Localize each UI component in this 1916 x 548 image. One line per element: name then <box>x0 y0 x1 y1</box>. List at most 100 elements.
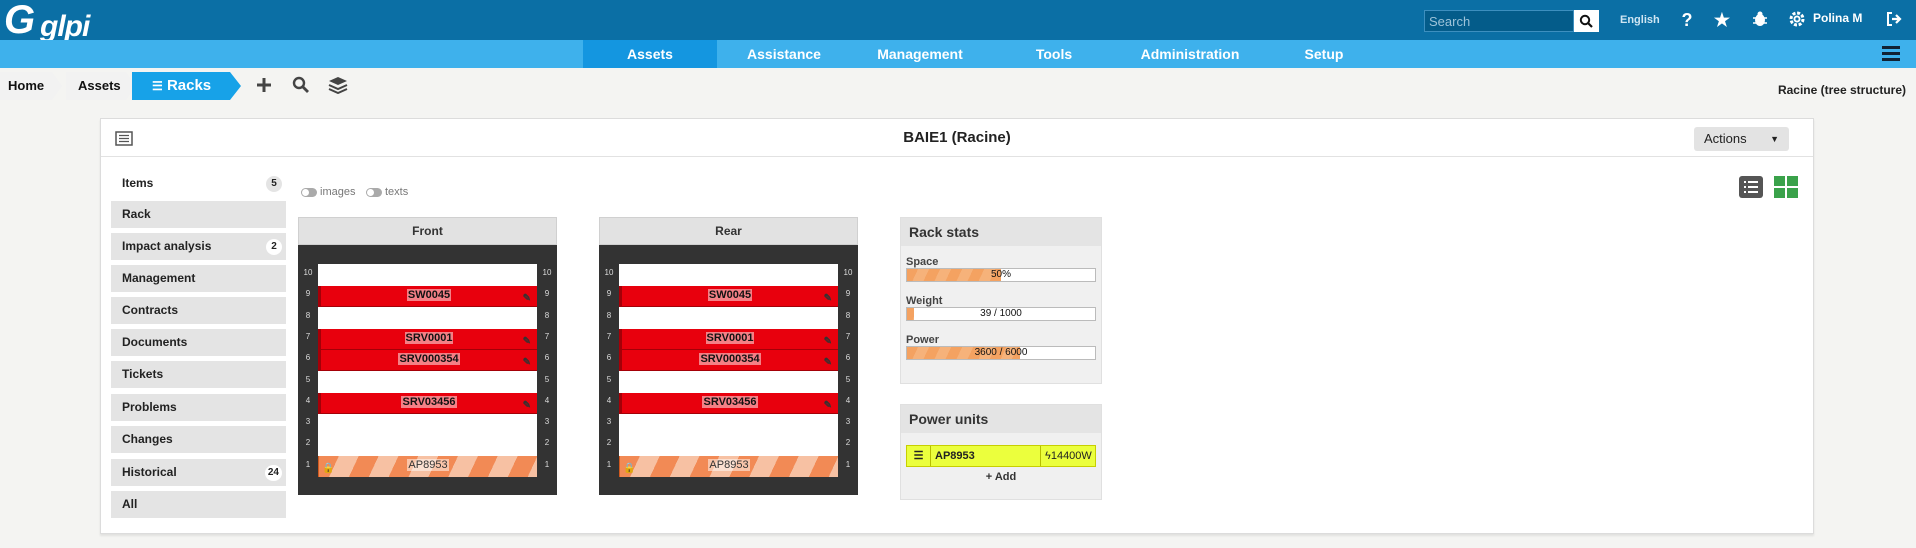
rack-unit-number: 8 <box>305 310 311 320</box>
edit-icon[interactable]: ✎ <box>824 289 832 308</box>
edit-icon[interactable]: ✎ <box>523 332 531 351</box>
rack-item-label: SRV03456 <box>401 395 457 408</box>
lock-icon: 🔒 <box>623 462 636 474</box>
rack-item-label: SW0045 <box>707 289 753 302</box>
rack-unit-number: 10 <box>604 268 614 277</box>
rack-item[interactable]: SRV0001 ✎ <box>318 328 537 351</box>
rack-pdu-item[interactable]: 🔒 AP8953 <box>318 455 537 477</box>
power-unit-power: ϟ14400W <box>1045 450 1092 462</box>
rack-stats-title: Rack stats <box>901 218 1101 246</box>
rack-unit-number: 7 <box>305 331 311 341</box>
rack-stats-panel: Rack stats Space 50% Weight 39 / 1000 Po… <box>900 217 1102 384</box>
power-unit-name[interactable]: AP8953 <box>931 446 1041 466</box>
rack-unit-number: 5 <box>544 374 550 384</box>
rack-item[interactable]: SRV000354 ✎ <box>318 350 537 372</box>
breadcrumb-racks[interactable]: ☰ Racks <box>132 72 230 100</box>
menu-management[interactable]: Management <box>851 40 989 68</box>
rack-unit-number: 3 <box>305 417 311 427</box>
rack-unit-number: 9 <box>845 289 851 299</box>
rack-item-label: SRV0001 <box>404 331 454 344</box>
rack-front-body: 10 10 9 9 8 8 7 7 6 6 5 5 4 4 3 3 2 2 1 1 SW0045 ✎ SRV0001 ✎ SRV… <box>298 245 557 495</box>
tab-changes[interactable]: Changes <box>111 426 286 453</box>
drag-handle-icon[interactable]: ☰ <box>907 446 931 466</box>
space-progress: 50% <box>906 268 1096 282</box>
logout-icon[interactable] <box>1883 10 1905 32</box>
tab-items[interactable]: Items 5 <box>111 170 286 197</box>
lock-icon: 🔒 <box>322 462 335 474</box>
power-unit-row[interactable]: ☰ AP8953 ϟ14400W <box>906 445 1096 467</box>
rack-unit-number: 7 <box>606 331 612 341</box>
star-icon[interactable]: ★ <box>1711 10 1733 32</box>
bug-icon[interactable] <box>1749 10 1771 32</box>
rack-pdu-item[interactable]: 🔒 AP8953 <box>619 455 838 477</box>
edit-icon[interactable]: ✎ <box>523 289 531 308</box>
tab-historical[interactable]: Historical 24 <box>111 459 286 486</box>
tab-contracts[interactable]: Contracts <box>111 297 286 324</box>
rack-unit-number: 1 <box>606 459 612 469</box>
weight-progress: 39 / 1000 <box>906 307 1096 321</box>
rack-unit-number: 4 <box>606 395 612 405</box>
rack-item-label: SRV000354 <box>398 353 460 366</box>
rack-unit-number: 6 <box>606 353 612 363</box>
help-icon[interactable]: ? <box>1676 10 1698 32</box>
rack-unit-number: 3 <box>606 417 612 427</box>
rack-item[interactable]: SW0045 ✎ <box>318 286 537 308</box>
rack-unit-number: 9 <box>305 289 311 299</box>
hamburger-menu-icon[interactable] <box>1882 46 1900 62</box>
language-selector[interactable]: English <box>1620 14 1660 26</box>
menu-assistance[interactable]: Assistance <box>717 40 851 68</box>
rack-unit-number: 2 <box>606 438 612 448</box>
edit-icon[interactable]: ✎ <box>523 396 531 415</box>
rack-unit-number: 10 <box>542 268 552 277</box>
layers-icon[interactable] <box>328 76 348 97</box>
rack-unit-number: 7 <box>544 331 550 341</box>
menu-administration[interactable]: Administration <box>1119 40 1261 68</box>
tab-impact-analysis[interactable]: Impact analysis 2 <box>111 233 286 260</box>
breadcrumb-assets[interactable]: Assets <box>66 72 126 100</box>
menu-tools[interactable]: Tools <box>989 40 1119 68</box>
rack-unit-number: 4 <box>305 395 311 405</box>
tab-tickets[interactable]: Tickets <box>111 361 286 388</box>
rack-item-label: SRV000354 <box>699 353 761 366</box>
tab-documents[interactable]: Documents <box>111 329 286 356</box>
tab-rack[interactable]: Rack <box>111 201 286 228</box>
menu-assets[interactable]: Assets <box>583 40 717 68</box>
rack-item[interactable]: SRV03456 ✎ <box>619 392 838 415</box>
actions-button[interactable]: Actions ▼ <box>1694 127 1789 151</box>
rack-item[interactable]: SRV0001 ✎ <box>619 328 838 351</box>
rack-item[interactable]: SRV03456 ✎ <box>318 392 537 415</box>
tab-problems[interactable]: Problems <box>111 394 286 421</box>
list-mode-icon[interactable] <box>1739 176 1763 201</box>
add-icon[interactable] <box>255 76 273 97</box>
rack-unit-number: 6 <box>544 353 550 363</box>
search-list-icon[interactable] <box>292 76 310 97</box>
edit-icon[interactable]: ✎ <box>824 353 832 372</box>
rack-item-label: SRV0001 <box>705 331 755 344</box>
images-toggle[interactable]: images <box>301 186 355 198</box>
gear-icon[interactable] <box>1786 10 1808 32</box>
rack-unit-number: 1 <box>305 459 311 469</box>
grid-mode-icon[interactable] <box>1774 176 1798 201</box>
entity-selector[interactable]: Racine (tree structure) <box>1778 83 1906 97</box>
search-input[interactable]: Search <box>1424 10 1574 32</box>
user-name[interactable]: Polina M <box>1813 11 1862 25</box>
edit-icon[interactable]: ✎ <box>824 332 832 351</box>
texts-toggle[interactable]: texts <box>366 186 408 198</box>
space-label: Space <box>906 256 939 268</box>
rack-unit-number: 7 <box>845 331 851 341</box>
rack-unit-number: 9 <box>606 289 612 299</box>
weight-value: 39 / 1000 <box>980 308 1022 319</box>
rack-icon: ☰ <box>152 79 163 93</box>
rack-item[interactable]: SRV000354 ✎ <box>619 350 838 372</box>
menu-setup[interactable]: Setup <box>1261 40 1387 68</box>
rack-unit-number: 5 <box>845 374 851 384</box>
rack-item[interactable]: SW0045 ✎ <box>619 286 838 308</box>
search-button[interactable] <box>1574 10 1599 32</box>
edit-icon[interactable]: ✎ <box>523 353 531 372</box>
tab-all[interactable]: All <box>111 491 286 518</box>
breadcrumb-home[interactable]: Home <box>0 72 52 100</box>
page-title: BAIE1 (Racine) <box>903 129 1011 146</box>
tab-management[interactable]: Management <box>111 265 286 292</box>
edit-icon[interactable]: ✎ <box>824 396 832 415</box>
add-power-unit-button[interactable]: + Add <box>901 471 1101 483</box>
